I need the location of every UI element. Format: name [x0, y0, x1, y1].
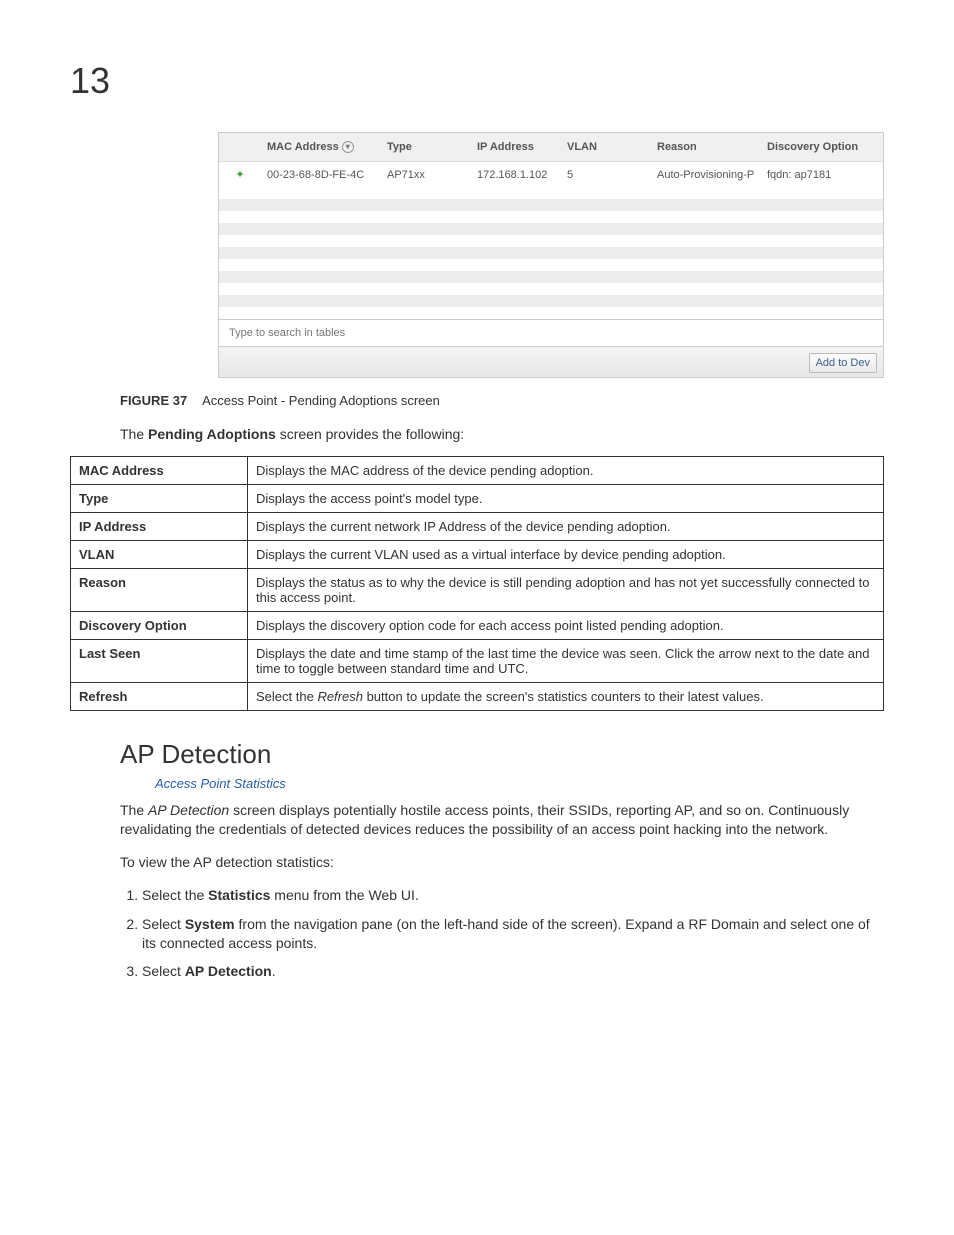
- table-row[interactable]: ✦ 00-23-68-8D-FE-4C AP71xx 172.168.1.102…: [219, 162, 883, 188]
- def-term: Discovery Option: [71, 612, 248, 640]
- def-term: Refresh: [71, 683, 248, 711]
- def-row: MAC Address Displays the MAC address of …: [71, 457, 884, 485]
- steps-list: Select the Statistics menu from the Web …: [120, 886, 884, 982]
- def-term: MAC Address: [71, 457, 248, 485]
- cell-mac: 00-23-68-8D-FE-4C: [261, 162, 381, 188]
- def-desc: Displays the access point's model type.: [248, 485, 884, 513]
- def-row: Last Seen Displays the date and time sta…: [71, 640, 884, 683]
- col-vlan[interactable]: VLAN: [561, 133, 651, 162]
- section-heading: AP Detection: [120, 739, 884, 770]
- pending-adoptions-screenshot: MAC Address▾ Type IP Address VLAN Reason…: [218, 132, 884, 378]
- def-desc: Displays the date and time stamp of the …: [248, 640, 884, 683]
- step-item: Select the Statistics menu from the Web …: [142, 886, 884, 905]
- add-to-device-button[interactable]: Add to Dev: [809, 353, 877, 373]
- screenshot-footer: Add to Dev: [219, 346, 883, 377]
- definition-table: MAC Address Displays the MAC address of …: [70, 456, 884, 711]
- col-reason[interactable]: Reason: [651, 133, 761, 162]
- table-row: [219, 223, 883, 235]
- cell-type: AP71xx: [381, 162, 471, 188]
- table-row: [219, 259, 883, 271]
- def-term: Last Seen: [71, 640, 248, 683]
- figure-number: FIGURE 37: [120, 393, 187, 408]
- col-ip[interactable]: IP Address: [471, 133, 561, 162]
- def-term: Type: [71, 485, 248, 513]
- def-term: IP Address: [71, 513, 248, 541]
- table-row: [219, 247, 883, 259]
- table-row: [219, 235, 883, 247]
- col-type[interactable]: Type: [381, 133, 471, 162]
- table-row: [219, 211, 883, 223]
- sort-icon[interactable]: ▾: [342, 141, 354, 153]
- def-desc: Displays the current VLAN used as a virt…: [248, 541, 884, 569]
- table-row: [219, 283, 883, 295]
- table-row: [219, 307, 883, 320]
- table-row: [219, 295, 883, 307]
- table-search-input[interactable]: [227, 325, 411, 341]
- def-desc: Displays the current network IP Address …: [248, 513, 884, 541]
- table-row: [219, 187, 883, 199]
- col-discovery[interactable]: Discovery Option: [761, 133, 883, 162]
- def-row: VLAN Displays the current VLAN used as a…: [71, 541, 884, 569]
- cell-reason: Auto-Provisioning-P: [651, 162, 761, 188]
- step-item: Select AP Detection.: [142, 962, 884, 981]
- def-term: VLAN: [71, 541, 248, 569]
- def-desc: Select the Refresh button to update the …: [248, 683, 884, 711]
- def-term: Reason: [71, 569, 248, 612]
- breadcrumb-link[interactable]: Access Point Statistics: [155, 776, 884, 791]
- def-desc: Displays the status as to why the device…: [248, 569, 884, 612]
- col-mac[interactable]: MAC Address▾: [261, 133, 381, 162]
- pending-adoptions-table: MAC Address▾ Type IP Address VLAN Reason…: [219, 133, 883, 346]
- def-row: IP Address Displays the current network …: [71, 513, 884, 541]
- status-up-icon: ✦: [235, 169, 244, 181]
- def-row: Refresh Select the Refresh button to upd…: [71, 683, 884, 711]
- section-paragraph: To view the AP detection statistics:: [120, 853, 884, 872]
- intro-text: The Pending Adoptions screen provides th…: [120, 426, 884, 442]
- cell-discovery: fqdn: ap7181: [761, 162, 883, 188]
- figure-title: Access Point - Pending Adoptions screen: [202, 393, 440, 408]
- def-row: Reason Displays the status as to why the…: [71, 569, 884, 612]
- def-desc: Displays the MAC address of the device p…: [248, 457, 884, 485]
- cell-vlan: 5: [561, 162, 651, 188]
- chapter-number: 13: [70, 60, 884, 102]
- step-item: Select System from the navigation pane (…: [142, 915, 884, 953]
- section-paragraph: The AP Detection screen displays potenti…: [120, 801, 884, 839]
- figure-caption: FIGURE 37 Access Point - Pending Adoptio…: [120, 393, 884, 408]
- col-mac-label: MAC Address: [267, 141, 339, 153]
- def-row: Discovery Option Displays the discovery …: [71, 612, 884, 640]
- cell-ip: 172.168.1.102: [471, 162, 561, 188]
- table-row: [219, 271, 883, 283]
- def-desc: Displays the discovery option code for e…: [248, 612, 884, 640]
- table-row: [219, 199, 883, 211]
- col-status[interactable]: [219, 133, 261, 162]
- def-row: Type Displays the access point's model t…: [71, 485, 884, 513]
